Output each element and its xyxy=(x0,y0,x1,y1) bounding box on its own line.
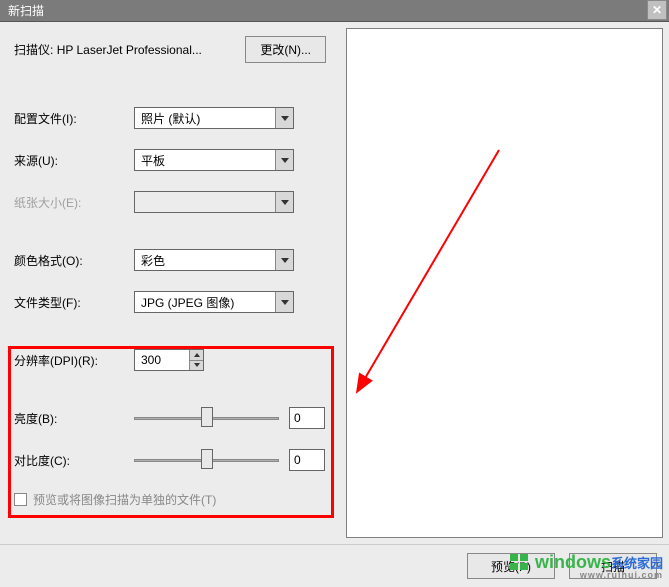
scan-button[interactable]: 扫描 xyxy=(569,553,657,579)
papersize-label: 纸张大小(E): xyxy=(14,194,134,211)
scanner-label: 扫描仪: HP LaserJet Professional... xyxy=(14,41,245,58)
window-title: 新扫描 xyxy=(8,4,44,18)
chevron-down-icon xyxy=(275,150,293,170)
chevron-down-icon xyxy=(275,250,293,270)
preview-separate-label: 预览或将图像扫描为单独的文件(T) xyxy=(33,491,216,508)
contrast-label: 对比度(C): xyxy=(14,452,134,469)
preview-button[interactable]: 预览(P) xyxy=(467,553,555,579)
slider-thumb[interactable] xyxy=(201,449,213,469)
spinner-up-icon[interactable] xyxy=(189,350,203,361)
filetype-label: 文件类型(F): xyxy=(14,294,134,311)
scanner-name: HP LaserJet Professional... xyxy=(57,43,202,57)
papersize-select xyxy=(134,191,294,213)
brightness-value[interactable]: 0 xyxy=(289,407,325,429)
profile-label: 配置文件(I): xyxy=(14,110,134,127)
resolution-spinner[interactable]: 300 xyxy=(134,349,204,371)
colorformat-label: 颜色格式(O): xyxy=(14,252,134,269)
preview-separate-checkbox[interactable] xyxy=(14,493,27,506)
contrast-slider[interactable] xyxy=(134,449,279,471)
profile-value: 照片 (默认) xyxy=(141,110,200,127)
chevron-down-icon xyxy=(275,292,293,312)
brightness-slider[interactable] xyxy=(134,407,279,429)
slider-thumb[interactable] xyxy=(201,407,213,427)
brightness-label: 亮度(B): xyxy=(14,410,134,427)
resolution-label: 分辨率(DPI)(R): xyxy=(14,352,134,369)
colorformat-select[interactable]: 彩色 xyxy=(134,249,294,271)
source-select[interactable]: 平板 xyxy=(134,149,294,171)
resolution-value: 300 xyxy=(141,353,161,367)
scan-preview-area xyxy=(346,28,663,538)
source-value: 平板 xyxy=(141,152,165,169)
dialog-button-bar: 预览(P) 扫描 xyxy=(0,544,669,587)
filetype-select[interactable]: JPG (JPEG 图像) xyxy=(134,291,294,313)
profile-select[interactable]: 照片 (默认) xyxy=(134,107,294,129)
close-button[interactable]: ✕ xyxy=(647,0,667,20)
colorformat-value: 彩色 xyxy=(141,252,165,269)
close-icon: ✕ xyxy=(652,3,662,17)
source-label: 来源(U): xyxy=(14,152,134,169)
chevron-down-icon xyxy=(275,108,293,128)
settings-panel: 扫描仪: HP LaserJet Professional... 更改(N)..… xyxy=(0,22,340,544)
filetype-value: JPG (JPEG 图像) xyxy=(141,294,234,311)
contrast-value[interactable]: 0 xyxy=(289,449,325,471)
change-scanner-button[interactable]: 更改(N)... xyxy=(245,36,326,63)
window-titlebar: 新扫描 ✕ xyxy=(0,0,669,22)
spinner-down-icon[interactable] xyxy=(189,361,203,371)
chevron-down-icon xyxy=(275,192,293,212)
